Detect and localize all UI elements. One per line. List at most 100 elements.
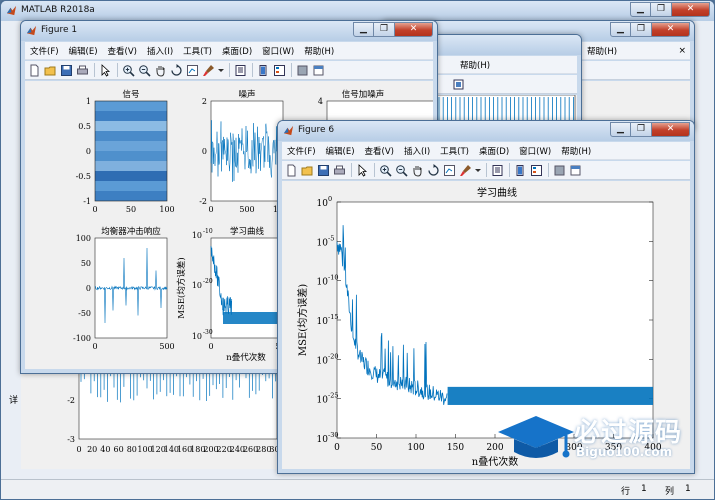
xtick: 500 — [159, 342, 174, 351]
brush-dropdown-icon[interactable] — [474, 163, 482, 178]
menu-help[interactable]: 帮助(H) — [299, 45, 339, 57]
menu-desktop[interactable]: 桌面(D) — [217, 45, 257, 57]
pan-hand-icon[interactable] — [410, 163, 425, 178]
close-button[interactable]: ✕ — [395, 22, 433, 37]
subplot-signal: 信号 1 0.5 0 -0.5 -1 0 50 100 — [76, 89, 175, 214]
figure-1-title-bar[interactable]: Figure 1 ▁ ❐ ✕ — [21, 21, 437, 41]
signal-image-band — [95, 181, 167, 191]
menu-window[interactable]: 窗口(W) — [257, 45, 299, 57]
ytick: 2 — [202, 97, 207, 106]
desktop-title: MATLAB R2018a — [21, 5, 95, 15]
open-file-icon[interactable] — [43, 63, 58, 78]
hide-plot-tools-icon[interactable] — [552, 163, 567, 178]
ytick-base: 10 — [317, 278, 329, 288]
menu-window[interactable]: 窗口(W) — [514, 145, 556, 157]
print-preview-icon[interactable] — [451, 77, 466, 92]
print-icon[interactable] — [75, 63, 90, 78]
menu-view[interactable]: 查看(V) — [360, 145, 399, 157]
maximize-button[interactable]: ❐ — [374, 22, 395, 37]
show-plot-tools-icon[interactable] — [311, 63, 326, 78]
save-icon[interactable] — [59, 63, 74, 78]
new-figure-icon[interactable] — [27, 63, 42, 78]
save-icon[interactable] — [316, 163, 331, 178]
brush-icon[interactable] — [201, 63, 216, 78]
pointer-icon[interactable] — [355, 163, 370, 178]
menu-desktop[interactable]: 桌面(D) — [474, 145, 514, 157]
show-plot-tools-icon[interactable] — [568, 163, 583, 178]
close-button[interactable]: ✕ — [652, 22, 690, 37]
desktop-left-panel-label[interactable]: 详 — [9, 393, 18, 406]
figure-6-title-bar[interactable]: Figure 6 ▁ ❐ ✕ — [278, 121, 694, 141]
legend-icon[interactable] — [272, 63, 287, 78]
legend-icon[interactable] — [529, 163, 544, 178]
menu-insert[interactable]: 插入(I) — [142, 45, 178, 57]
ytick-exp: 0 — [328, 195, 332, 203]
figure-window-back-1[interactable]: 帮助(H) — [428, 34, 582, 130]
menu-close-icon[interactable]: × — [678, 46, 690, 56]
ytick-exp: -10 — [203, 228, 213, 235]
status-row-value: 1 — [641, 484, 647, 494]
pan-hand-icon[interactable] — [153, 63, 168, 78]
restore-icon: ❐ — [636, 24, 646, 34]
ytick-base: 10 — [317, 396, 329, 406]
zoom-in-icon[interactable] — [378, 163, 393, 178]
data-cursor-icon[interactable] — [442, 163, 457, 178]
print-icon[interactable] — [332, 163, 347, 178]
colorbar-icon[interactable] — [256, 63, 271, 78]
menu-file[interactable]: 文件(F) — [282, 145, 321, 157]
colorbar-icon[interactable] — [513, 163, 528, 178]
minimize-button[interactable]: ▁ — [353, 22, 374, 37]
pointer-icon[interactable] — [98, 63, 113, 78]
zoom-in-icon[interactable] — [121, 63, 136, 78]
rotate-3d-icon[interactable] — [426, 163, 441, 178]
menu-edit[interactable]: 编辑(E) — [64, 45, 103, 57]
ytick-exp: -25 — [328, 392, 338, 400]
ytick-exp: -15 — [328, 313, 338, 321]
minimize-button[interactable]: ▁ — [610, 22, 631, 37]
menu-file[interactable]: 文件(F) — [25, 45, 64, 57]
menu-insert[interactable]: 插入(I) — [399, 145, 435, 157]
link-plot-icon[interactable] — [233, 63, 248, 78]
desktop-close-button[interactable]: ✕ — [672, 2, 710, 17]
maximize-button[interactable]: ❐ — [631, 22, 652, 37]
brush-dropdown-icon[interactable] — [217, 63, 225, 78]
menu-help[interactable]: 帮助(H) — [455, 59, 495, 71]
signal-image-band — [95, 121, 167, 131]
ytick-exp: -20 — [328, 352, 338, 360]
link-plot-icon[interactable] — [490, 163, 505, 178]
brush-icon[interactable] — [458, 163, 473, 178]
close-icon: ✕ — [666, 124, 675, 134]
bg-ytick: -3 — [67, 435, 75, 444]
rotate-3d-icon[interactable] — [169, 63, 184, 78]
figure-1-title: Figure 1 — [41, 25, 78, 35]
close-button[interactable]: ✕ — [652, 122, 690, 137]
menu-tools[interactable]: 工具(T) — [435, 145, 474, 157]
xtick: 0 — [208, 205, 213, 214]
menu-view[interactable]: 查看(V) — [103, 45, 142, 57]
figure-1-menubar: 文件(F) 编辑(E) 查看(V) 插入(I) 工具(T) 桌面(D) 窗口(W… — [25, 42, 433, 60]
zoom-out-icon[interactable] — [137, 63, 152, 78]
maximize-button[interactable]: ❐ — [631, 122, 652, 137]
figure-back-1-title-bar[interactable] — [429, 35, 581, 55]
menu-help[interactable]: 帮助(H) — [556, 145, 596, 157]
minimize-icon: ▁ — [617, 24, 624, 34]
ytick-base: 10 — [192, 231, 202, 240]
desktop-title-bar[interactable]: MATLAB R2018a ▁ ❐ ✕ — [1, 1, 714, 21]
open-file-icon[interactable] — [300, 163, 315, 178]
hide-plot-tools-icon[interactable] — [295, 63, 310, 78]
zoom-out-icon[interactable] — [394, 163, 409, 178]
desktop-minimize-button[interactable]: ▁ — [630, 2, 651, 17]
minimize-button[interactable]: ▁ — [610, 122, 631, 137]
desktop-maximize-button[interactable]: ❐ — [651, 2, 672, 17]
ytick: 100 — [76, 234, 91, 243]
menu-edit[interactable]: 编辑(E) — [321, 145, 360, 157]
ytick-base: 10 — [317, 356, 329, 366]
data-cursor-icon[interactable] — [185, 63, 200, 78]
figure-back-2-controls: ▁ ❐ ✕ — [610, 22, 690, 38]
learning-curve-steady-band — [447, 386, 653, 405]
matlab-logo-icon — [26, 25, 37, 36]
menu-tools[interactable]: 工具(T) — [178, 45, 217, 57]
signal-image-band — [95, 131, 167, 141]
new-figure-icon[interactable] — [284, 163, 299, 178]
menu-help[interactable]: 帮助(H) — [582, 45, 622, 57]
